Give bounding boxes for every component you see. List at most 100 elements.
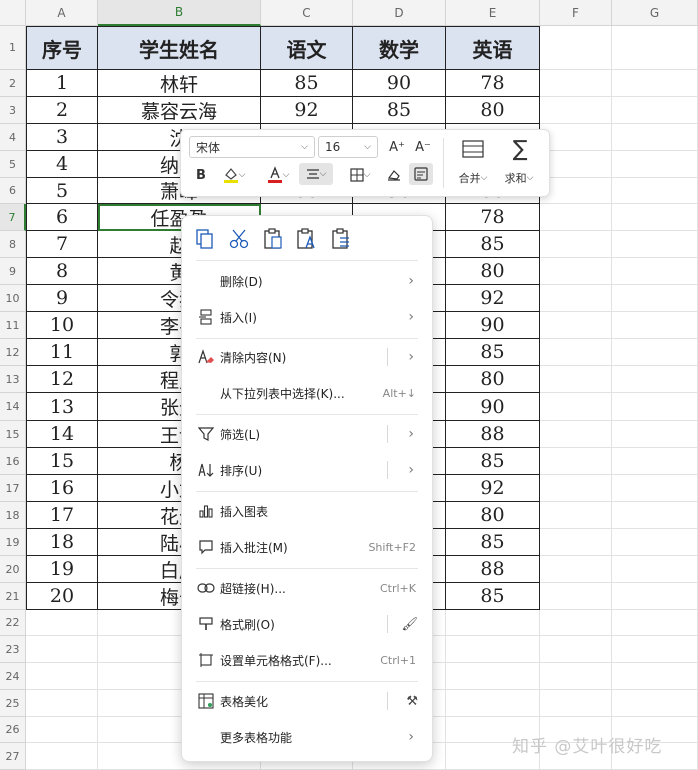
empty-cell[interactable] (540, 178, 612, 204)
empty-cell[interactable] (612, 285, 698, 312)
row-header[interactable]: 27 (0, 743, 26, 770)
empty-cell[interactable] (540, 312, 612, 339)
table-cell[interactable]: 90 (446, 312, 540, 339)
table-cell[interactable]: 12 (26, 366, 98, 393)
table-cell[interactable]: 85 (446, 231, 540, 258)
cut-icon[interactable] (226, 226, 252, 252)
empty-cell[interactable] (612, 475, 698, 502)
empty-cell[interactable] (446, 663, 540, 690)
paste-format-icon[interactable] (294, 226, 320, 252)
table-cell[interactable]: 林轩 (98, 70, 261, 97)
table-cell[interactable]: 14 (26, 421, 98, 448)
magic-wand-icon[interactable]: ⚒ (406, 694, 418, 709)
empty-cell[interactable] (540, 124, 612, 151)
table-cell[interactable]: 85 (446, 529, 540, 556)
menu-item-format-cells[interactable]: 设置单元格格式(F)... Ctrl+1 (182, 643, 432, 677)
empty-cell[interactable] (612, 70, 698, 97)
column-header-d[interactable]: D (353, 0, 446, 26)
empty-cell[interactable] (540, 421, 612, 448)
empty-cell[interactable] (540, 610, 612, 636)
table-cell[interactable]: 85 (353, 97, 446, 124)
table-cell[interactable]: 4 (26, 151, 98, 178)
empty-cell[interactable] (540, 475, 612, 502)
table-header-cell[interactable]: 英语 (446, 26, 540, 70)
row-header[interactable]: 17 (0, 475, 26, 502)
table-cell[interactable]: 90 (446, 393, 540, 421)
table-cell[interactable]: 80 (446, 97, 540, 124)
empty-cell[interactable] (612, 448, 698, 475)
row-header[interactable]: 25 (0, 690, 26, 717)
menu-item-pick-from-list[interactable]: 从下拉列表中选择(K)... Alt+↓ (182, 376, 432, 410)
merge-icon-wrap[interactable] (459, 136, 487, 162)
table-cell[interactable]: 80 (446, 258, 540, 285)
format-painter-quick-icon[interactable]: 🖌 (401, 617, 418, 632)
empty-cell[interactable] (540, 636, 612, 663)
column-header-e[interactable]: E (446, 0, 540, 26)
grow-font-button[interactable]: A⁺ (387, 136, 407, 158)
table-header-cell[interactable]: 语文 (261, 26, 353, 70)
empty-cell[interactable] (540, 339, 612, 366)
table-cell[interactable]: 17 (26, 502, 98, 529)
merge-button[interactable]: 合并 ⌵ (453, 167, 493, 189)
table-cell[interactable]: 88 (446, 421, 540, 448)
empty-cell[interactable] (612, 312, 698, 339)
empty-cell[interactable] (612, 204, 698, 231)
row-header[interactable]: 12 (0, 339, 26, 366)
table-cell[interactable]: 3 (26, 124, 98, 151)
table-cell[interactable]: 90 (353, 70, 446, 97)
empty-cell[interactable] (612, 663, 698, 690)
table-header-cell[interactable]: 学生姓名 (98, 26, 261, 70)
copy-icon[interactable] (192, 226, 218, 252)
menu-item-insert-chart[interactable]: 插入图表 (182, 494, 432, 528)
empty-cell[interactable] (540, 97, 612, 124)
table-cell[interactable]: 85 (446, 448, 540, 475)
table-cell[interactable]: 92 (261, 97, 353, 124)
empty-cell[interactable] (612, 178, 698, 204)
clear-format-button[interactable] (383, 164, 405, 186)
menu-item-more-table-functions[interactable]: 更多表格功能 › (182, 720, 432, 754)
table-cell[interactable]: 78 (446, 204, 540, 231)
row-header[interactable]: 18 (0, 502, 26, 529)
menu-item-filter[interactable]: 筛选(L) › (182, 417, 432, 451)
table-cell[interactable]: 13 (26, 393, 98, 421)
row-header[interactable]: 7 (0, 204, 26, 231)
empty-cell[interactable] (540, 204, 612, 231)
table-cell[interactable]: 8 (26, 258, 98, 285)
menu-item-hyperlink[interactable]: 超链接(H)... Ctrl+K (182, 571, 432, 605)
table-cell[interactable]: 6 (26, 204, 98, 231)
menu-item-insert-comment[interactable]: 插入批注(M) Shift+F2 (182, 530, 432, 564)
table-cell[interactable]: 16 (26, 475, 98, 502)
table-cell[interactable]: 5 (26, 178, 98, 204)
row-header[interactable]: 22 (0, 610, 26, 636)
bold-button[interactable]: B (191, 164, 211, 186)
table-cell[interactable]: 85 (446, 339, 540, 366)
font-size-select[interactable]: 16 ⌵ (318, 136, 378, 158)
menu-item-sort[interactable]: 排序(U) › (182, 453, 432, 487)
empty-cell[interactable] (540, 502, 612, 529)
empty-cell[interactable] (26, 636, 98, 663)
table-cell[interactable]: 20 (26, 583, 98, 610)
table-cell[interactable]: 1 (26, 70, 98, 97)
table-cell[interactable]: 11 (26, 339, 98, 366)
row-header[interactable]: 10 (0, 285, 26, 312)
row-header[interactable]: 26 (0, 717, 26, 743)
empty-cell[interactable] (26, 663, 98, 690)
column-header-f[interactable]: F (540, 0, 612, 26)
row-header[interactable]: 14 (0, 393, 26, 421)
row-header[interactable]: 5 (0, 151, 26, 178)
row-header[interactable]: 15 (0, 421, 26, 448)
empty-cell[interactable] (540, 258, 612, 285)
row-header[interactable]: 2 (0, 70, 26, 97)
row-header[interactable]: 1 (0, 26, 26, 70)
row-header[interactable]: 19 (0, 529, 26, 556)
empty-cell[interactable] (612, 366, 698, 393)
sum-icon-wrap[interactable]: ∑ (507, 136, 533, 162)
table-cell[interactable]: 85 (446, 583, 540, 610)
empty-cell[interactable] (612, 529, 698, 556)
table-cell[interactable]: 9 (26, 285, 98, 312)
column-header-c[interactable]: C (261, 0, 353, 26)
empty-cell[interactable] (612, 502, 698, 529)
row-header[interactable]: 8 (0, 231, 26, 258)
font-name-select[interactable]: 宋体 ⌵ (189, 136, 315, 158)
menu-item-insert[interactable]: 插入(I) › (182, 300, 432, 334)
